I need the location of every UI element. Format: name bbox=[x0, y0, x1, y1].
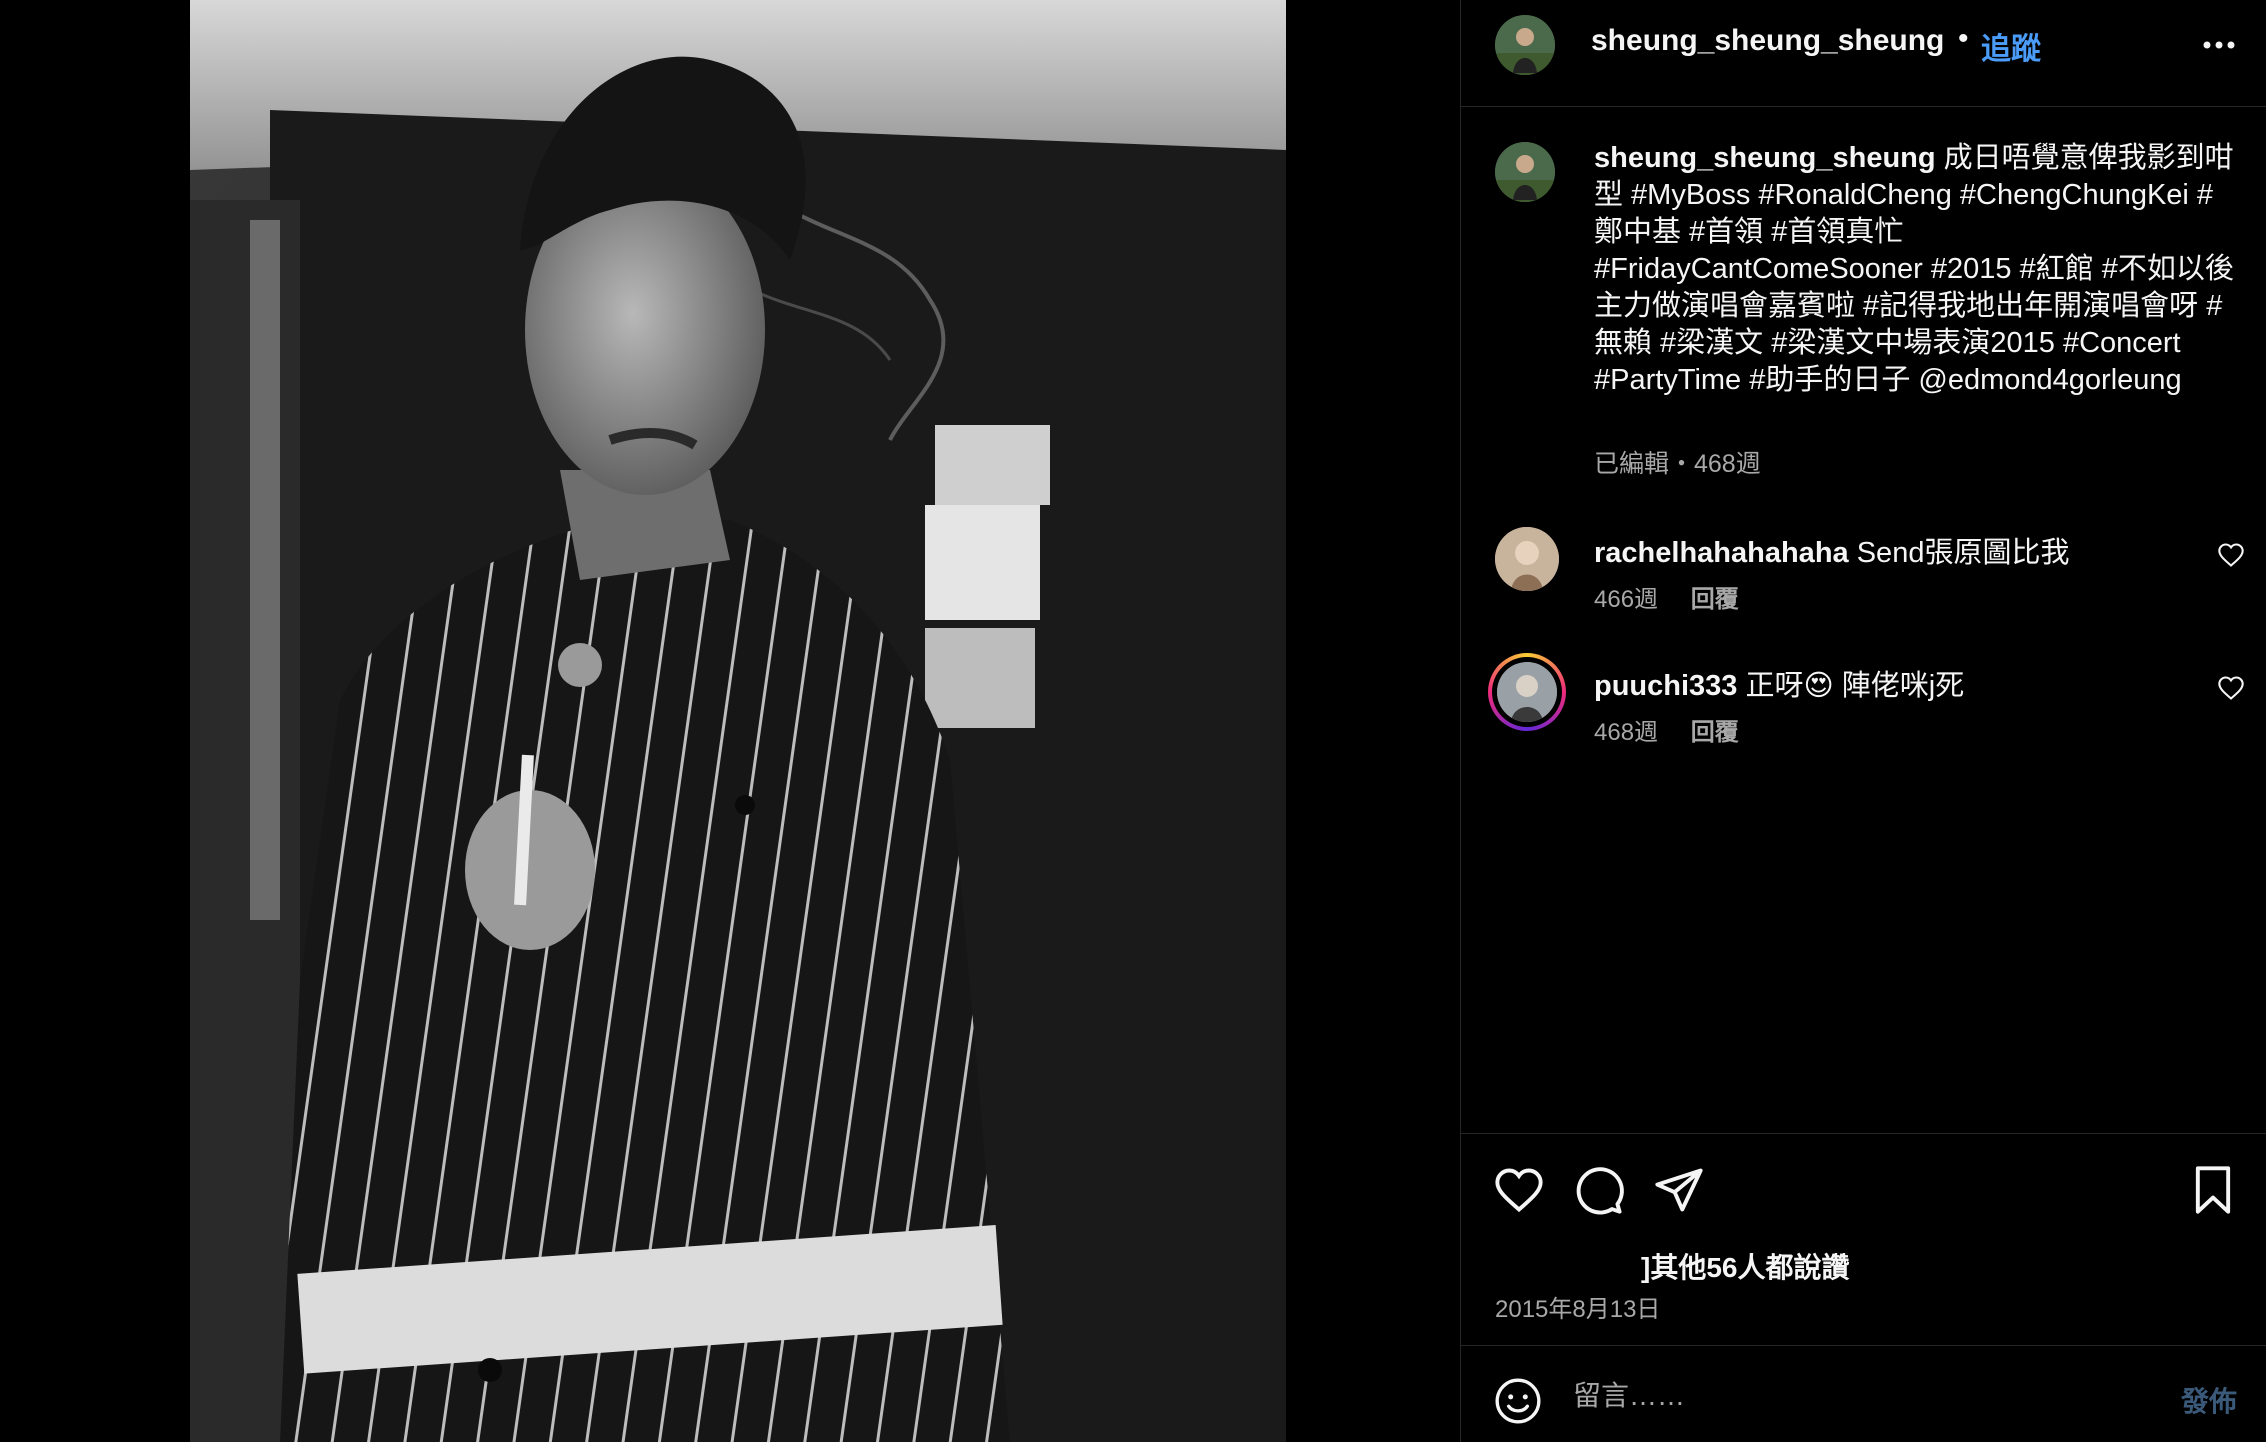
heart-icon[interactable] bbox=[2217, 674, 2245, 702]
comment-body: Send張原圖比我 bbox=[1856, 537, 2070, 569]
more-horizontal-icon[interactable] bbox=[2199, 30, 2239, 60]
caption-text-block: sheung_sheung_sheung 成日唔覺意俾我影到咁型 #MyBoss… bbox=[1594, 140, 2234, 399]
post-photo-image bbox=[190, 0, 1286, 1442]
post-photo[interactable] bbox=[190, 0, 1286, 1442]
author-avatar[interactable] bbox=[1495, 15, 1555, 75]
comment-text-line: puuchi333 正呀😍 陣佬咪j死 bbox=[1594, 662, 1964, 704]
bookmark-icon[interactable] bbox=[2187, 1164, 2239, 1216]
comment-username[interactable]: rachelhahahahaha bbox=[1594, 537, 1849, 569]
comment-item: rachelhahahahaha Send張原圖比我 466週 回覆 bbox=[1461, 527, 2266, 637]
follow-button[interactable]: 追蹤 bbox=[1981, 24, 2041, 68]
comment-meta: 466週 回覆 bbox=[1594, 579, 1739, 614]
comment-meta: 468週 回覆 bbox=[1594, 712, 1739, 747]
caption-body: 成日唔覺意俾我影到咁型 #MyBoss #RonaldCheng #ChengC… bbox=[1594, 142, 2234, 396]
comment-input[interactable] bbox=[1573, 1366, 2133, 1426]
commenter-avatar[interactable] bbox=[1495, 527, 1559, 591]
post-date: 2015年8月13日 bbox=[1495, 1296, 1661, 1323]
likes-count[interactable]: ]其他56人都說讚 bbox=[1641, 1246, 1849, 1286]
reply-button[interactable]: 回覆 bbox=[1691, 719, 1739, 746]
commenter-avatar[interactable] bbox=[1497, 662, 1557, 722]
caption-username[interactable]: sheung_sheung_sheung bbox=[1594, 142, 1936, 174]
post-side-panel: sheung_sheung_sheung • 追蹤 sheung_sheung_… bbox=[1460, 0, 2266, 1442]
post-comment-button[interactable]: 發佈 bbox=[2181, 1380, 2237, 1420]
emoji-icon[interactable] bbox=[1493, 1376, 1543, 1426]
caption-author-avatar[interactable] bbox=[1495, 142, 1555, 202]
comment-item: puuchi333 正呀😍 陣佬咪j死 468週 回覆 bbox=[1461, 653, 2266, 770]
post-actions: ]其他56人都說讚 2015年8月13日 bbox=[1461, 1133, 2266, 1348]
share-icon[interactable] bbox=[1653, 1164, 1705, 1216]
caption-meta: 已編輯・468週 bbox=[1594, 450, 1761, 478]
comment-username[interactable]: puuchi333 bbox=[1594, 670, 1737, 702]
comment-icon[interactable] bbox=[1573, 1164, 1625, 1216]
author-username[interactable]: sheung_sheung_sheung bbox=[1591, 24, 1944, 58]
comment-age: 466週 bbox=[1594, 586, 1659, 613]
separator-dot: • bbox=[1958, 22, 1969, 55]
comment-text-line: rachelhahahahaha Send張原圖比我 bbox=[1594, 529, 2069, 571]
comment-body: 正呀😍 陣佬咪j死 bbox=[1745, 670, 1965, 702]
post-header: sheung_sheung_sheung • 追蹤 bbox=[1461, 0, 2266, 107]
story-ring[interactable] bbox=[1488, 653, 1566, 731]
comment-age: 468週 bbox=[1594, 719, 1659, 746]
reply-button[interactable]: 回覆 bbox=[1691, 586, 1739, 613]
comment-composer: 發佈 bbox=[1461, 1345, 2266, 1442]
heart-icon[interactable] bbox=[1493, 1164, 1545, 1216]
heart-icon[interactable] bbox=[2217, 541, 2245, 569]
media-area bbox=[0, 0, 1460, 1442]
